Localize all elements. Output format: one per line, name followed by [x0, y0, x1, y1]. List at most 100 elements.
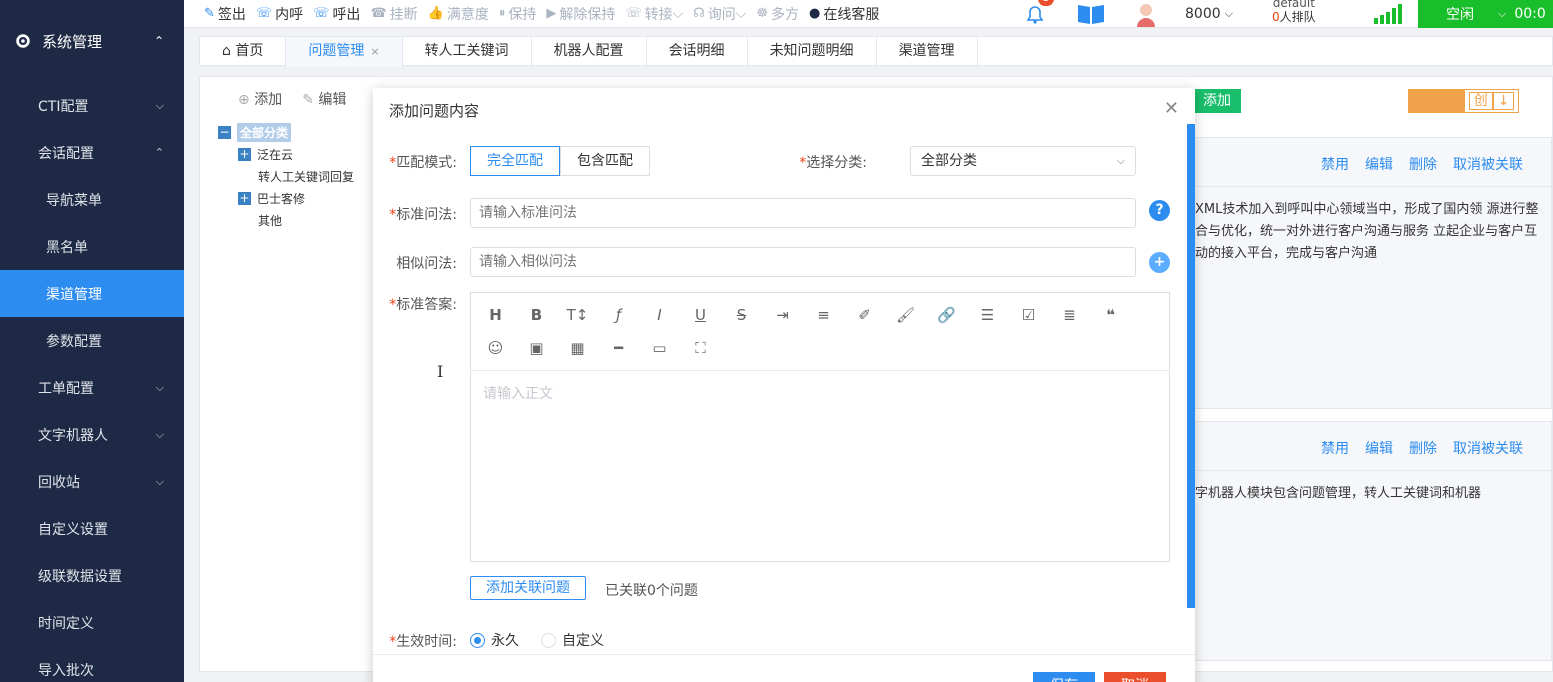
tab-transfer-keywords[interactable]: 转人工关键词 [403, 37, 532, 67]
fullscreen-icon[interactable]: ⛶ [680, 332, 721, 364]
tree-edit-button[interactable]: ✎ 编辑 [302, 89, 346, 109]
highlight-icon[interactable]: ✐ [844, 299, 885, 331]
contains-match-option[interactable]: 包含匹配 [560, 146, 650, 176]
transfer-label: 转接 [644, 6, 673, 23]
table-icon[interactable]: ▦ [557, 332, 598, 364]
line-height-icon[interactable]: ≡ [803, 299, 844, 331]
tree-node[interactable]: + 泛在云 [218, 143, 354, 165]
tab-label: 首页 [235, 43, 264, 59]
avatar[interactable] [1134, 0, 1158, 28]
tree-node[interactable]: 转人工关键词回复 [218, 165, 354, 187]
quote-icon[interactable]: ❝ [1090, 299, 1131, 331]
transfer-button[interactable]: ☏ 转接 ⌵ [625, 4, 683, 24]
tab-home[interactable]: ⌂ 首页 [200, 37, 287, 67]
sidebar-item-blacklist[interactable]: 黑名单 [0, 223, 184, 270]
font-family-icon[interactable]: ƒ [598, 299, 639, 331]
unlink-link[interactable]: 取消被关联 [1453, 438, 1523, 458]
cancel-button[interactable]: 取消 [1104, 672, 1166, 682]
strikethrough-icon[interactable]: S [721, 299, 762, 331]
expand-icon[interactable]: + [238, 191, 251, 205]
add-question-button[interactable]: 添加 [1193, 89, 1241, 113]
edit-link[interactable]: 编辑 [1365, 438, 1393, 458]
indent-icon[interactable]: ⇥ [762, 299, 803, 331]
extension-dropdown[interactable]: 8000 ⌵ [1185, 0, 1233, 28]
emoji-icon[interactable]: ☺ [475, 332, 516, 364]
update-button[interactable]: 更 ↓ [1408, 89, 1464, 113]
exact-match-option[interactable]: 完全匹配 [470, 146, 560, 176]
sidebar-item-time-def[interactable]: 时间定义 [0, 599, 184, 646]
tab-robot-config[interactable]: 机器人配置 [532, 37, 647, 67]
sidebar-header[interactable]: 系统管理 ⌃ [0, 0, 184, 82]
font-size-icon[interactable]: T↕ [557, 299, 598, 331]
satisfaction-button[interactable]: 👍 满意度 [428, 4, 489, 24]
agent-status-dropdown[interactable]: 空闲 ⌵ 00:0 [1418, 0, 1553, 28]
sidebar-item-params[interactable]: 参数配置 [0, 317, 184, 364]
help-icon[interactable]: ? [1149, 200, 1170, 221]
sidebar-item-session-config[interactable]: 会话配置 ⌃ [0, 129, 184, 176]
italic-icon[interactable]: I [639, 299, 680, 331]
delete-link[interactable]: 删除 [1409, 154, 1437, 174]
add-related-question-button[interactable]: 添加关联问题 [470, 576, 586, 600]
checkbox-icon[interactable]: ☑ [1008, 299, 1049, 331]
bold-icon[interactable]: B [516, 299, 557, 331]
create-button[interactable]: 创 ↓ [1463, 89, 1520, 113]
sign-out-button[interactable]: ✎ 签出 [204, 4, 246, 24]
sidebar-item-custom-settings[interactable]: 自定义设置 [0, 505, 184, 552]
tab-question-manage[interactable]: 问题管理 × [286, 37, 403, 67]
sidebar-item-cti[interactable]: CTI配置 ⌵ [0, 82, 184, 129]
tree-add-button[interactable]: ⊕ 添加 [238, 89, 282, 109]
inquiry-button[interactable]: ☊ 询问 ⌵ [693, 4, 746, 24]
similar-question-input[interactable] [470, 247, 1136, 277]
heading-icon[interactable]: H [475, 299, 516, 331]
std-question-input[interactable] [470, 198, 1136, 228]
sidebar-item-channel-manage[interactable]: 渠道管理 [0, 270, 184, 317]
list-icon[interactable]: ☰ [967, 299, 1008, 331]
sidebar-item-cascade-data[interactable]: 级联数据设置 [0, 552, 184, 599]
sidebar-item-ticket-config[interactable]: 工单配置 ⌵ [0, 364, 184, 411]
conference-button[interactable]: ☸ 多方 [756, 4, 799, 24]
save-button[interactable]: 保存 [1033, 672, 1095, 682]
sidebar-item-import-batch[interactable]: 导入批次 [0, 646, 184, 682]
online-service-button[interactable]: ● 在线客服 [809, 4, 879, 24]
align-icon[interactable]: ≣ [1049, 299, 1090, 331]
edit-link[interactable]: 编辑 [1365, 154, 1393, 174]
add-circle-icon[interactable]: + [1149, 252, 1170, 273]
tree-node[interactable]: 其他 [218, 209, 354, 231]
hold-button[interactable]: ⏸ 保持 [499, 4, 537, 24]
disable-link[interactable]: 禁用 [1321, 438, 1349, 458]
hangup-button[interactable]: ☎ 挂断 [370, 4, 417, 24]
unlink-link[interactable]: 取消被关联 [1453, 154, 1523, 174]
tab-session-detail[interactable]: 会话明细 [647, 37, 748, 67]
custom-radio[interactable] [541, 632, 556, 648]
delete-link[interactable]: 删除 [1409, 438, 1437, 458]
book-button[interactable] [1076, 0, 1106, 28]
tree-node-root[interactable]: − 全部分类 [218, 121, 354, 143]
sidebar-item-text-robot[interactable]: 文字机器人 ⌵ [0, 411, 184, 458]
close-icon[interactable]: × [370, 45, 379, 58]
rich-text-editor[interactable]: H B T↕ ƒ I U S ⇥ ≡ ✐ 🖌 🔗 ☰ ☑ ≣ ❝ ☺ ▣ ▦ ━… [470, 292, 1170, 562]
close-icon[interactable]: ✕ [1164, 98, 1179, 119]
divider-icon[interactable]: ━ [598, 332, 639, 364]
outbound-call-button[interactable]: ☏ 呼出 [313, 4, 360, 24]
internal-call-button[interactable]: ☏ 内呼 [256, 4, 303, 24]
sidebar-item-recycle-bin[interactable]: 回收站 ⌵ [0, 458, 184, 505]
tab-unknown-question[interactable]: 未知问题明细 [748, 37, 877, 67]
tree-node[interactable]: + 巴士客修 [218, 187, 354, 209]
brush-icon[interactable]: 🖌 [885, 299, 926, 331]
category-select[interactable]: 全部分类 ⌵ [910, 146, 1136, 176]
image-icon[interactable]: ▣ [516, 332, 557, 364]
disable-link[interactable]: 禁用 [1321, 154, 1349, 174]
tab-channel-manage[interactable]: 渠道管理 [877, 37, 978, 67]
sidebar-item-nav-menu[interactable]: 导航菜单 [0, 176, 184, 223]
phone-icon: ☏ [255, 6, 273, 21]
notification-button[interactable]: 3 [1024, 0, 1054, 28]
unhold-button[interactable]: ▶ 解除保持 [546, 4, 615, 24]
underline-icon[interactable]: U [680, 299, 721, 331]
scrollbar[interactable] [1187, 124, 1195, 608]
folder-icon[interactable]: ▭ [639, 332, 680, 364]
expand-icon[interactable]: + [238, 147, 251, 161]
forever-label: 永久 [491, 633, 519, 649]
link-icon[interactable]: 🔗 [926, 299, 967, 331]
forever-radio[interactable] [470, 632, 485, 648]
collapse-icon[interactable]: − [218, 125, 231, 139]
